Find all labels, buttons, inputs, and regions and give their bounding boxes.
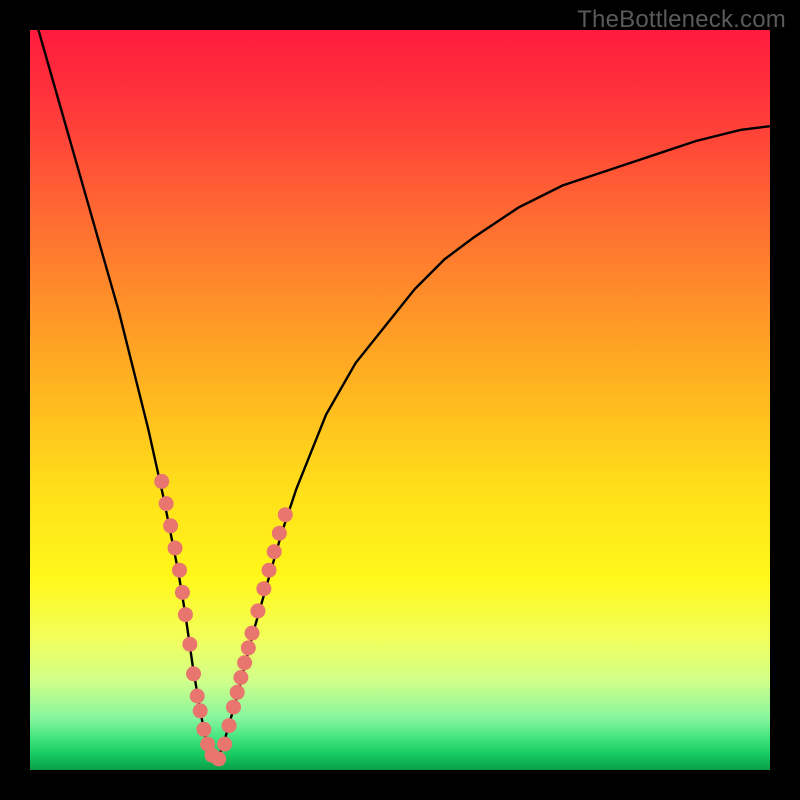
marker-dot bbox=[175, 585, 190, 600]
marker-group bbox=[154, 474, 293, 767]
bottleneck-curve bbox=[30, 30, 770, 763]
marker-dot bbox=[182, 637, 197, 652]
marker-dot bbox=[230, 685, 245, 700]
marker-dot bbox=[278, 507, 293, 522]
marker-dot bbox=[168, 541, 183, 556]
chart-frame: TheBottleneck.com bbox=[0, 0, 800, 800]
marker-dot bbox=[172, 563, 187, 578]
marker-dot bbox=[163, 518, 178, 533]
marker-dot bbox=[272, 526, 287, 541]
watermark-text: TheBottleneck.com bbox=[577, 6, 786, 34]
marker-dot bbox=[193, 703, 208, 718]
marker-dot bbox=[256, 581, 271, 596]
marker-dot bbox=[159, 496, 174, 511]
marker-dot bbox=[196, 722, 211, 737]
plot-area bbox=[30, 30, 770, 770]
marker-dot bbox=[154, 474, 169, 489]
marker-dot bbox=[262, 563, 277, 578]
marker-dot bbox=[211, 751, 226, 766]
marker-dot bbox=[222, 718, 237, 733]
marker-dot bbox=[267, 544, 282, 559]
marker-dot bbox=[233, 670, 248, 685]
curve-svg bbox=[30, 30, 770, 770]
marker-dot bbox=[250, 603, 265, 618]
marker-dot bbox=[217, 737, 232, 752]
marker-dot bbox=[178, 607, 193, 622]
marker-dot bbox=[190, 689, 205, 704]
marker-dot bbox=[226, 700, 241, 715]
marker-dot bbox=[241, 640, 256, 655]
marker-dot bbox=[186, 666, 201, 681]
marker-dot bbox=[237, 655, 252, 670]
marker-dot bbox=[245, 626, 260, 641]
